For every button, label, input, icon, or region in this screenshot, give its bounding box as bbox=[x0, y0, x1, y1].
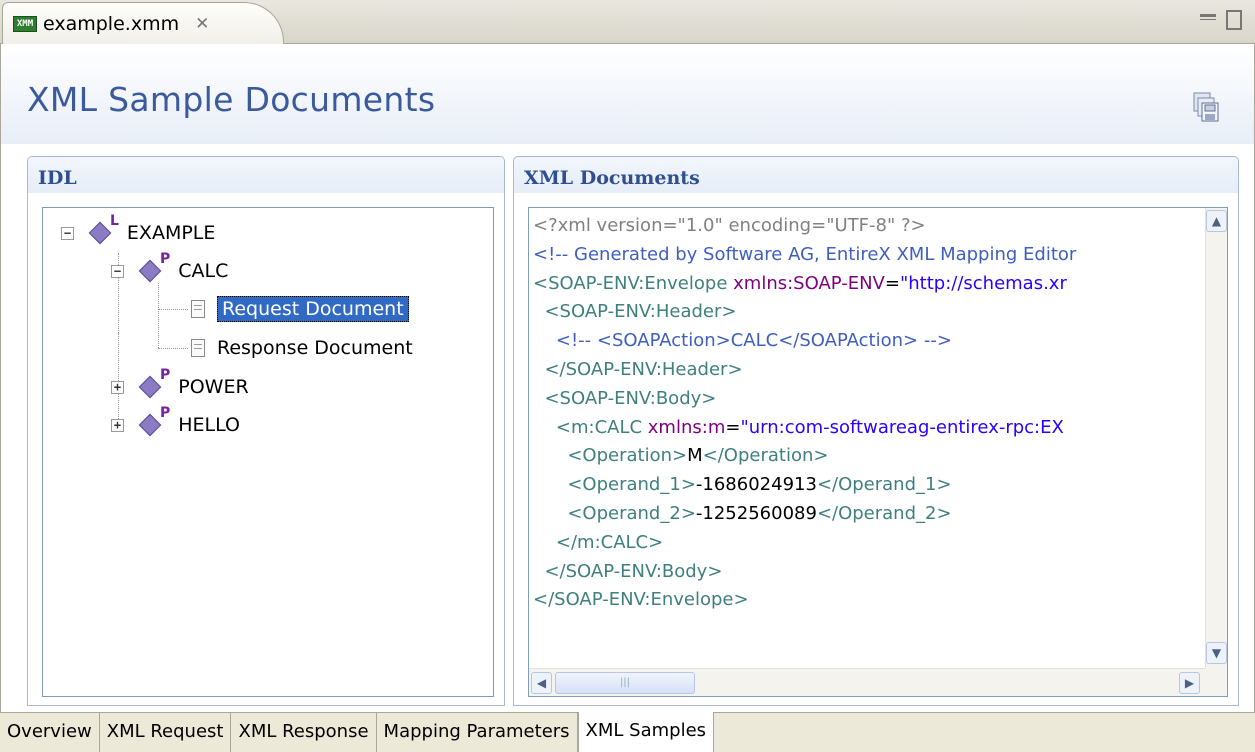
vertical-scrollbar[interactable]: ▲ ▼ bbox=[1205, 208, 1227, 668]
horizontal-scrollbar[interactable]: ◀ ||| ▶ bbox=[529, 668, 1205, 696]
tree-node-label: CALC bbox=[178, 260, 229, 282]
xml-line: <!-- Generated by Software AG, EntireX X… bbox=[533, 243, 1077, 265]
tree-node-example[interactable]: − L EXAMPLE bbox=[61, 213, 216, 248]
xml-line: <SOAP-ENV:Header> bbox=[544, 301, 737, 323]
xml-line: <Operation>M</Operation> bbox=[567, 445, 829, 467]
xml-line: </m:CALC> bbox=[555, 531, 664, 553]
tab-xml-request[interactable]: XML Request bbox=[100, 713, 232, 752]
tree-node-label: EXAMPLE bbox=[126, 222, 216, 244]
library-icon bbox=[88, 221, 112, 245]
xml-line: <SOAP-ENV:Body> bbox=[544, 387, 717, 409]
editor-window: XMM example.xmm ✕ XML Sample Documents I… bbox=[0, 0, 1255, 752]
tree-connector bbox=[158, 309, 188, 310]
xml-line: </SOAP-ENV:Header> bbox=[544, 359, 743, 380]
expand-icon[interactable]: + bbox=[111, 380, 124, 394]
tree-node-label: HELLO bbox=[178, 414, 241, 436]
tree-node-calc[interactable]: − P CALC bbox=[111, 251, 229, 286]
tree-node-response-document[interactable]: Response Document bbox=[191, 333, 413, 363]
xml-section-title: XML Documents bbox=[514, 157, 1238, 193]
editor-tab-strip: XMM example.xmm ✕ bbox=[0, 0, 1255, 45]
tab-xml-samples[interactable]: XML Samples bbox=[577, 712, 715, 752]
node-badge: P bbox=[160, 251, 171, 267]
program-icon bbox=[138, 259, 162, 283]
form-page: XML Sample Documents IDL − L EXAMPLE − P… bbox=[0, 44, 1255, 712]
form-header: XML Sample Documents bbox=[1, 44, 1254, 144]
maximize-icon[interactable] bbox=[1226, 10, 1242, 30]
editor-tab-example[interactable]: XMM example.xmm ✕ bbox=[2, 2, 284, 45]
scroll-thumb[interactable]: ||| bbox=[555, 672, 695, 694]
xml-line: <Operand_1>-1686024913</Operand_1> bbox=[567, 474, 952, 496]
xml-line: </SOAP-ENV:Body> bbox=[544, 560, 723, 582]
scroll-corner bbox=[1205, 668, 1227, 696]
page-title: XML Sample Documents bbox=[27, 80, 436, 119]
xmm-file-icon: XMM bbox=[13, 16, 37, 32]
tab-xml-response[interactable]: XML Response bbox=[231, 713, 377, 752]
xml-line: <SOAP-ENV:Envelope xmlns:SOAP-ENV="http:… bbox=[533, 272, 1067, 294]
collapse-icon[interactable]: − bbox=[111, 264, 124, 278]
close-icon[interactable]: ✕ bbox=[195, 14, 209, 34]
tree-node-hello[interactable]: + P HELLO bbox=[111, 405, 241, 440]
program-icon bbox=[138, 413, 162, 437]
program-icon bbox=[138, 375, 162, 399]
xml-line: <Operand_2>-1252560089</Operand_2> bbox=[567, 503, 952, 524]
xml-line: <!-- <SOAPAction>CALC</SOAPAction> --> bbox=[533, 330, 952, 352]
scroll-up-icon[interactable]: ▲ bbox=[1206, 210, 1227, 232]
tab-overview[interactable]: Overview bbox=[0, 713, 100, 752]
save-all-icon[interactable] bbox=[1193, 92, 1219, 122]
tree-node-label: POWER bbox=[178, 376, 249, 398]
document-icon bbox=[191, 339, 205, 357]
form-page-tabs: Overview XML Request XML Response Mappin… bbox=[0, 712, 1255, 752]
tree-node-label: Response Document bbox=[217, 337, 413, 359]
tree-connector bbox=[158, 348, 188, 349]
xml-line: <?xml version="1.0" encoding="UTF-8" ?> bbox=[533, 215, 926, 236]
tree-node-label: Request Document bbox=[217, 296, 409, 322]
scroll-left-icon[interactable]: ◀ bbox=[531, 672, 552, 694]
node-badge: P bbox=[160, 367, 171, 383]
tree-connector bbox=[158, 283, 159, 348]
expand-icon[interactable]: + bbox=[111, 418, 124, 432]
idl-section: IDL − L EXAMPLE − P CALC Request Documen… bbox=[27, 156, 505, 706]
minimize-icon[interactable] bbox=[1200, 14, 1216, 20]
xml-document-viewer[interactable]: <?xml version="1.0" encoding="UTF-8" ?> <… bbox=[528, 207, 1228, 697]
idl-section-title: IDL bbox=[28, 157, 504, 193]
document-icon bbox=[191, 300, 205, 318]
xml-line: </SOAP-ENV:Envelope> bbox=[533, 589, 749, 611]
node-badge: L bbox=[110, 213, 119, 229]
tab-mapping-parameters[interactable]: Mapping Parameters bbox=[377, 713, 578, 752]
scroll-right-icon[interactable]: ▶ bbox=[1179, 672, 1200, 694]
editor-tab-title: example.xmm bbox=[43, 13, 180, 35]
xml-documents-section: XML Documents <?xml version="1.0" encodi… bbox=[513, 156, 1239, 706]
xml-line: <m:CALC xmlns:m="urn:com-softwareag-enti… bbox=[555, 416, 1064, 438]
node-badge: P bbox=[160, 405, 171, 421]
tree-node-power[interactable]: + P POWER bbox=[111, 367, 249, 402]
idl-tree[interactable]: − L EXAMPLE − P CALC Request Document Re… bbox=[42, 207, 494, 697]
scroll-down-icon[interactable]: ▼ bbox=[1206, 642, 1227, 664]
collapse-icon[interactable]: − bbox=[61, 226, 74, 240]
tree-node-request-document[interactable]: Request Document bbox=[191, 294, 409, 324]
